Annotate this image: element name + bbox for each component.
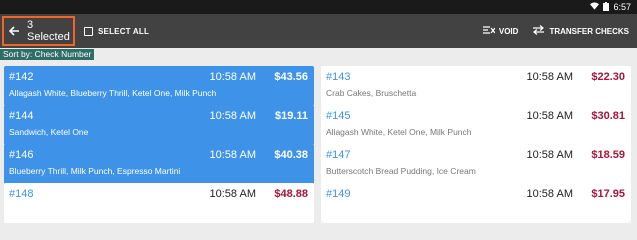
check-amount: $43.56 bbox=[274, 71, 308, 83]
void-icon bbox=[482, 25, 496, 37]
check-time: 10:58 AM bbox=[209, 110, 256, 122]
check-number: #145 bbox=[326, 110, 351, 122]
check-number: #143 bbox=[326, 71, 351, 83]
check-card[interactable]: #148 10:58 AM $48.88 bbox=[4, 183, 314, 223]
status-time: 6:57 bbox=[613, 2, 631, 12]
check-number: #146 bbox=[9, 149, 34, 161]
check-card[interactable]: #144 10:58 AM $19.11 Sandwich, Ketel One bbox=[4, 105, 314, 145]
check-time: 10:58 AM bbox=[209, 71, 256, 83]
action-toolbar: 3 Selected SELECT ALL VOID TRANSFER CHEC… bbox=[0, 14, 637, 48]
check-amount: $30.81 bbox=[591, 110, 625, 122]
checkbox-icon bbox=[84, 26, 93, 36]
check-card[interactable]: #145 10:58 AM $30.81 Allagash White, Ketel… bbox=[321, 105, 631, 145]
check-card[interactable]: #146 10:58 AM $40.38 Blueberry Thrill, Mil… bbox=[4, 144, 314, 184]
back-arrow-icon bbox=[8, 25, 20, 38]
check-card[interactable]: #149 10:58 AM $17.95 bbox=[321, 183, 631, 223]
check-number: #149 bbox=[326, 188, 351, 200]
sort-selector[interactable]: Sort by: Check Number bbox=[0, 49, 95, 60]
void-label: VOID bbox=[498, 26, 519, 36]
transfer-label: TRANSFER CHECKS bbox=[549, 26, 629, 36]
transfer-icon bbox=[532, 25, 545, 37]
check-amount: $19.11 bbox=[274, 110, 308, 122]
wifi-icon bbox=[590, 2, 600, 12]
check-time: 10:58 AM bbox=[209, 149, 256, 161]
void-button[interactable]: VOID bbox=[482, 25, 519, 37]
check-items: Sandwich, Ketel One bbox=[9, 127, 89, 137]
check-card[interactable]: #142 10:58 AM $43.56 Allagash White, Blueb… bbox=[4, 66, 314, 106]
check-amount: $18.59 bbox=[591, 149, 625, 161]
check-items: Crab Cakes, Bruschetta bbox=[326, 88, 417, 98]
status-bar: 6:57 bbox=[0, 0, 637, 14]
select-all-button[interactable]: SELECT ALL bbox=[84, 14, 149, 48]
check-time: 10:58 AM bbox=[209, 188, 256, 200]
selected-count: 3 Selected bbox=[27, 19, 70, 43]
check-card[interactable]: #147 10:58 AM $18.59 Butterscotch Bread Pu… bbox=[321, 144, 631, 184]
toolbar-actions: VOID TRANSFER CHECKS bbox=[482, 14, 629, 48]
check-amount: $48.88 bbox=[274, 188, 308, 200]
check-number: #147 bbox=[326, 149, 351, 161]
check-time: 10:58 AM bbox=[526, 149, 573, 161]
check-time: 10:58 AM bbox=[526, 71, 573, 83]
check-time: 10:58 AM bbox=[526, 110, 573, 122]
check-time: 10:58 AM bbox=[526, 188, 573, 200]
check-card[interactable]: #143 10:58 AM $22.30 Crab Cakes, Bruschett… bbox=[321, 66, 631, 106]
check-amount: $40.38 bbox=[274, 149, 308, 161]
check-items: Allagash White, Blueberry Thrill, Ketel … bbox=[9, 88, 217, 98]
check-items: Butterscotch Bread Pudding, Ice Cream bbox=[326, 166, 476, 176]
battery-icon bbox=[603, 1, 610, 13]
check-number: #142 bbox=[9, 71, 34, 83]
exit-selection-button[interactable]: 3 Selected bbox=[2, 16, 75, 46]
check-amount: $22.30 bbox=[591, 71, 625, 83]
transfer-checks-button[interactable]: TRANSFER CHECKS bbox=[532, 25, 629, 37]
check-number: #144 bbox=[9, 110, 34, 122]
check-amount: $17.95 bbox=[591, 188, 625, 200]
check-items: Blueberry Thrill, Milk Punch, Espresso M… bbox=[9, 166, 181, 176]
check-number: #148 bbox=[9, 188, 34, 200]
select-all-label: SELECT ALL bbox=[98, 26, 150, 36]
check-items: Allagash White, Ketel One, Milk Punch bbox=[326, 127, 472, 137]
